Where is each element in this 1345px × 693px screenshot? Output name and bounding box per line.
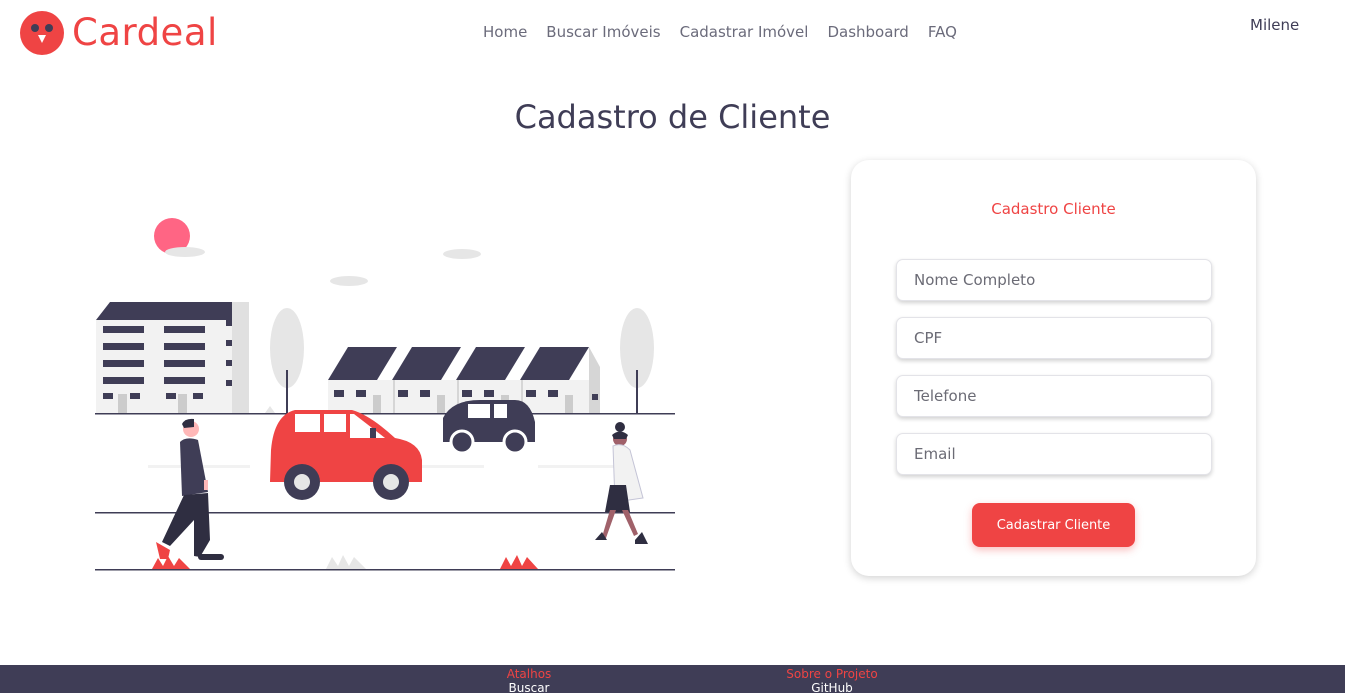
register-client-button[interactable]: Cadastrar Cliente: [972, 503, 1135, 547]
footer-about: Sobre o Projeto GitHub: [782, 667, 882, 693]
bird-logo-icon: [20, 11, 64, 55]
footer: Atalhos Buscar Imóvel Sobre o Projeto Gi…: [0, 665, 1345, 693]
header: Cardeal Home Buscar Imóveis Cadastrar Im…: [0, 0, 1345, 66]
email-input[interactable]: [896, 433, 1212, 475]
page-title: Cadastro de Cliente: [514, 98, 831, 136]
footer-about-heading: Sobre o Projeto: [786, 667, 878, 681]
client-registration-card: Cadastro Cliente Cadastrar Cliente: [851, 160, 1256, 576]
nav-cadastrar-imovel[interactable]: Cadastrar Imóvel: [680, 22, 809, 42]
user-name[interactable]: Milene: [1250, 16, 1299, 34]
brand[interactable]: Cardeal: [20, 11, 218, 55]
footer-shortcuts: Atalhos Buscar Imóvel: [487, 667, 571, 693]
phone-input[interactable]: [896, 375, 1212, 417]
full-name-input[interactable]: [896, 259, 1212, 301]
nav-buscar-imoveis[interactable]: Buscar Imóveis: [546, 22, 660, 42]
nav-dashboard[interactable]: Dashboard: [827, 22, 908, 42]
footer-link-github[interactable]: GitHub: [782, 681, 882, 693]
cpf-input[interactable]: [896, 317, 1212, 359]
nav-home[interactable]: Home: [483, 22, 527, 42]
city-street-illustration: [95, 218, 675, 571]
main-nav: Home Buscar Imóveis Cadastrar Imóvel Das…: [483, 22, 976, 42]
footer-shortcuts-heading: Atalhos: [506, 667, 552, 681]
brand-name: Cardeal: [72, 11, 218, 54]
form-title: Cadastro Cliente: [991, 200, 1116, 218]
footer-link-buscar-imovel[interactable]: Buscar Imóvel: [487, 681, 571, 693]
nav-faq[interactable]: FAQ: [928, 22, 957, 42]
